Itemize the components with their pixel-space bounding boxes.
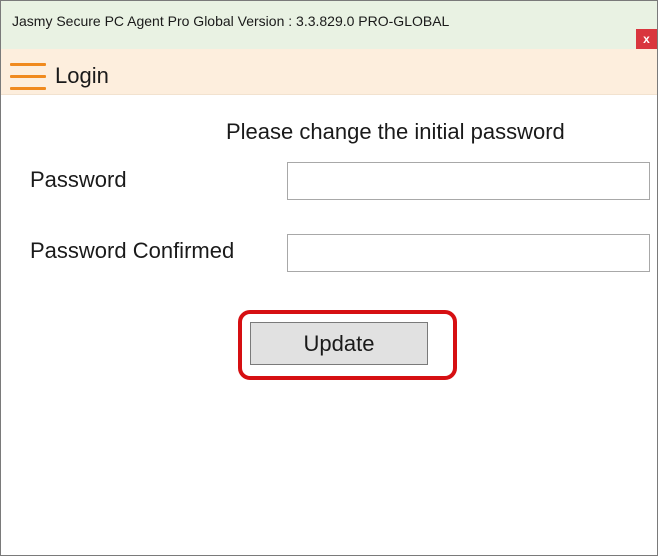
page-title: Login (55, 63, 109, 88)
close-button[interactable]: x (636, 29, 657, 49)
password-confirmed-label: Password Confirmed (30, 238, 235, 263)
title-bar: Jasmy Secure PC Agent Pro Global Version… (1, 1, 657, 49)
window-title: Jasmy Secure PC Agent Pro Global Version… (12, 13, 450, 29)
update-button[interactable]: Update (250, 322, 428, 365)
password-label: Password (30, 167, 127, 192)
instruction-text: Please change the initial password (226, 119, 565, 144)
close-icon: x (643, 32, 650, 46)
hamburger-menu-icon[interactable] (10, 61, 46, 93)
password-confirmed-field[interactable] (287, 234, 650, 272)
password-field[interactable] (287, 162, 650, 200)
app-window: Jasmy Secure PC Agent Pro Global Version… (0, 0, 658, 556)
